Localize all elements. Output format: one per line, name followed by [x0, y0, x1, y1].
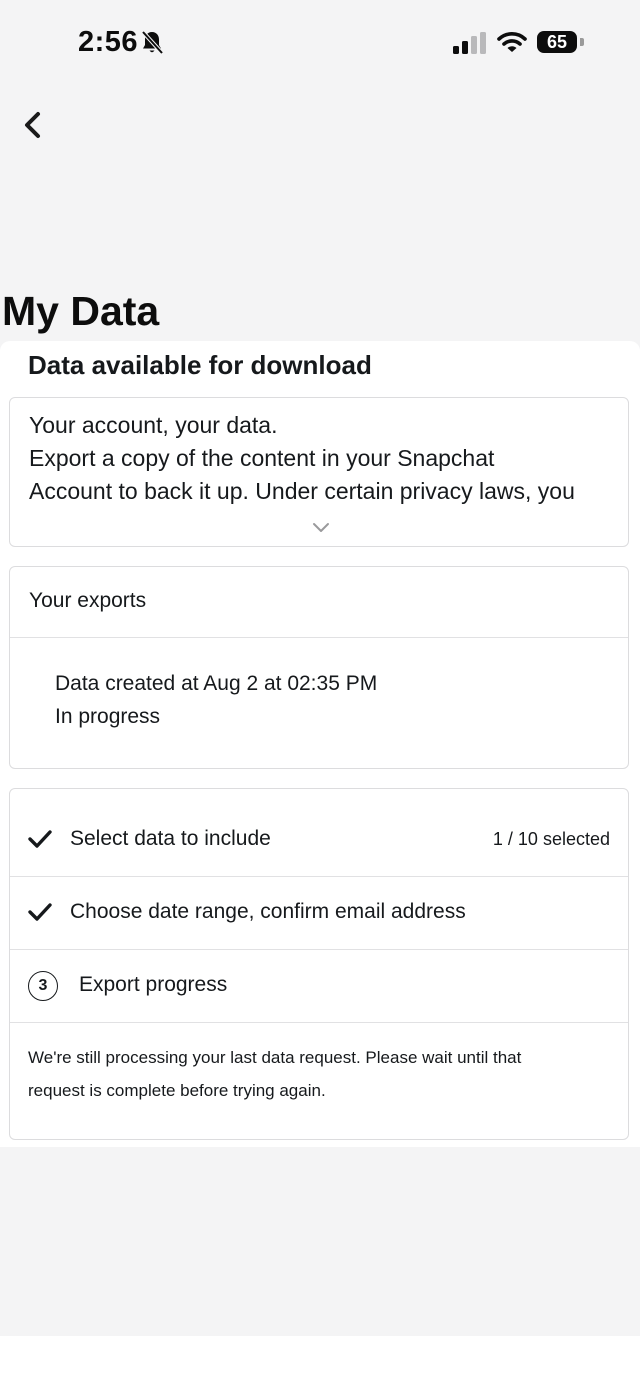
chevron-down-icon[interactable] [312, 522, 330, 534]
steps-card: Select data to include 1 / 10 selected C… [9, 788, 629, 1140]
exports-title: Your exports [29, 589, 147, 612]
back-button[interactable] [14, 104, 54, 148]
battery-icon: 65 [537, 31, 577, 53]
battery-cap [580, 38, 584, 46]
cellular-signal-icon [453, 32, 486, 54]
step-label: Export progress [79, 973, 228, 996]
bell-slash-icon [141, 30, 164, 55]
status-time: 2:56 [78, 26, 139, 58]
export-status-text: In progress [55, 705, 161, 728]
exports-card: Your exports Data created at Aug 2 at 02… [9, 566, 629, 769]
step-row-select-data[interactable]: Select data to include 1 / 10 selected [10, 789, 628, 877]
step-row-export-progress[interactable]: 3 Export progress [10, 950, 628, 1023]
step-label: Select data to include [70, 827, 271, 850]
step-label: Choose date range, confirm email address [70, 900, 466, 923]
intro-line: Account to back it up. Under certain pri… [29, 478, 575, 504]
chevron-left-icon [25, 112, 40, 138]
notice-text: request is complete before trying again. [28, 1081, 326, 1100]
checkmark-icon [28, 903, 52, 921]
step-row-date-range[interactable]: Choose date range, confirm email address [10, 877, 628, 950]
page-title: My Data [2, 288, 160, 334]
intro-line: Your account, your data. [29, 412, 278, 438]
export-created-text: Data created at Aug 2 at 02:35 PM [55, 672, 378, 695]
exports-header: Your exports [10, 567, 628, 638]
section-heading: Data available for download [28, 350, 372, 380]
selection-count: 1 / 10 selected [492, 829, 610, 849]
bottom-strip [0, 1336, 640, 1387]
wifi-icon [497, 32, 527, 52]
checkmark-icon [28, 830, 52, 848]
step-number-badge: 3 [28, 971, 58, 1001]
intro-line: Export a copy of the content in your Sna… [29, 445, 495, 471]
intro-card[interactable]: Your account, your data. Export a copy o… [9, 397, 629, 547]
notice-text: We're still processing your last data re… [28, 1048, 522, 1067]
